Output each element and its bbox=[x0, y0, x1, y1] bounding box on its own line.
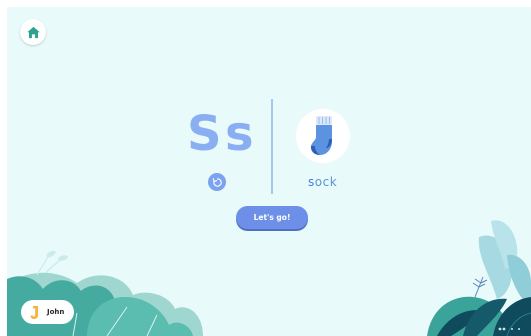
home-button[interactable] bbox=[20, 19, 46, 45]
home-icon bbox=[26, 26, 40, 38]
replay-button[interactable] bbox=[208, 173, 226, 191]
word-rest: ock bbox=[314, 175, 338, 189]
word-image[interactable] bbox=[296, 109, 350, 163]
lets-go-button[interactable]: Let's go! bbox=[236, 206, 308, 229]
replay-icon bbox=[212, 177, 222, 187]
letter-j-avatar-icon bbox=[28, 304, 42, 320]
word-label: sock bbox=[308, 175, 337, 189]
divider bbox=[271, 99, 273, 194]
lesson-screen: S s sock Let's go! John bbox=[7, 7, 531, 336]
lowercase-letter: s bbox=[225, 106, 254, 162]
user-profile-chip[interactable]: John bbox=[21, 300, 74, 324]
uppercase-letter: S bbox=[187, 106, 222, 162]
word-first-letter: s bbox=[308, 175, 315, 189]
user-name: John bbox=[47, 308, 65, 316]
sock-icon bbox=[310, 116, 332, 155]
foliage-scenery bbox=[7, 220, 531, 336]
more-options-icon[interactable] bbox=[497, 325, 523, 333]
